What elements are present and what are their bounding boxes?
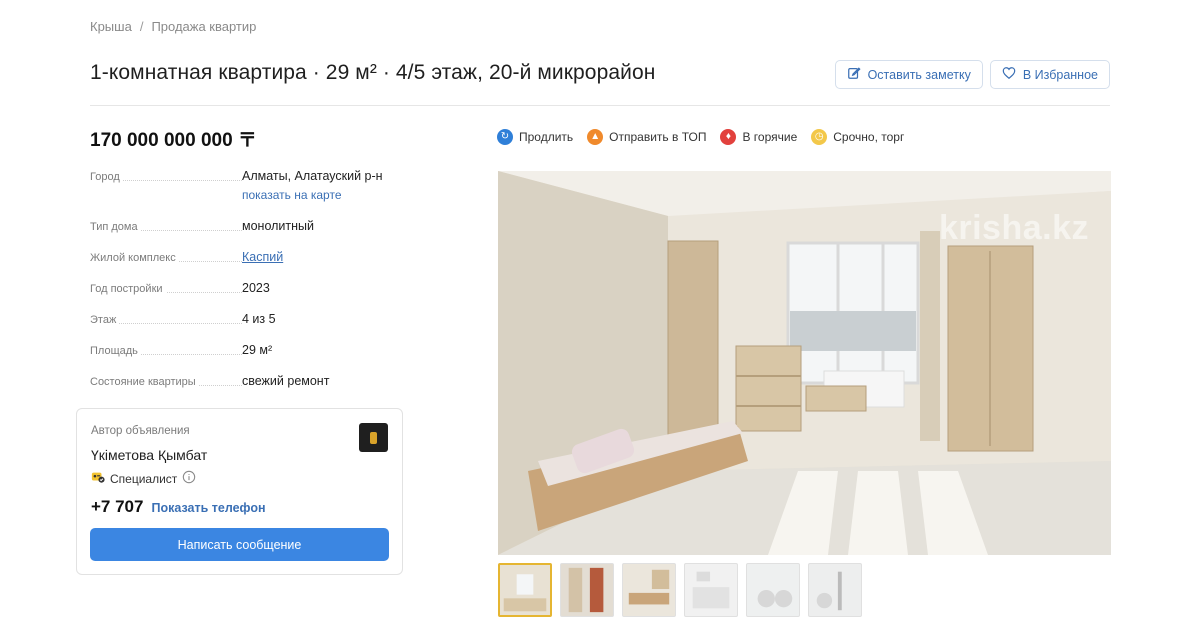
breadcrumb-item-home[interactable]: Крыша bbox=[90, 19, 132, 34]
header-divider bbox=[90, 105, 1110, 106]
listing-page: Крыша / Продажа квартир 1-комнатная квар… bbox=[0, 0, 1200, 643]
promo-label: Отправить в ТОП bbox=[609, 130, 707, 144]
thumbnail[interactable] bbox=[498, 563, 552, 617]
thumbnail[interactable] bbox=[746, 563, 800, 617]
clock-icon: ◷ bbox=[811, 129, 828, 145]
phone-number: +7 707 bbox=[91, 497, 144, 516]
param-value: 4 из 5 bbox=[242, 312, 276, 326]
param-row-condition: Состояние квартиры свежий ремонт bbox=[90, 373, 390, 404]
agency-logo[interactable] bbox=[359, 423, 388, 452]
breadcrumb-item-sale[interactable]: Продажа квартир bbox=[151, 19, 256, 34]
send-message-button[interactable]: Написать сообщение bbox=[90, 528, 389, 561]
promo-hot[interactable]: ♦ В горячие bbox=[720, 129, 797, 145]
complex-link[interactable]: Каспий bbox=[242, 250, 283, 264]
param-row-year: Год постройки 2023 bbox=[90, 280, 390, 311]
krisha-watermark: krisha.kz bbox=[938, 209, 1089, 247]
thumbnail[interactable] bbox=[622, 563, 676, 617]
favorite-button[interactable]: В Избранное bbox=[989, 60, 1110, 89]
thumbnail[interactable] bbox=[684, 563, 738, 617]
top-actions: Оставить заметку В Избранное bbox=[834, 60, 1110, 89]
promo-actions: ↻ Продлить ▲ Отправить в ТОП ♦ В горячие… bbox=[497, 129, 904, 145]
fire-icon: ♦ bbox=[720, 129, 737, 145]
heart-icon bbox=[1002, 66, 1016, 83]
param-key: Площадь bbox=[90, 345, 141, 357]
refresh-icon: ↻ bbox=[497, 129, 513, 145]
param-value: свежий ремонт bbox=[242, 374, 330, 388]
promo-extend[interactable]: ↻ Продлить bbox=[497, 129, 573, 145]
param-value: Алматы, Алатауский р-н bbox=[242, 169, 383, 183]
params-list: Город Алматы, Алатауский р-н показать на… bbox=[90, 168, 390, 404]
param-key: Год постройки bbox=[90, 283, 166, 295]
edit-note-icon bbox=[847, 66, 861, 83]
author-name[interactable]: Үкіметова Қымбат bbox=[91, 447, 207, 463]
param-key: Город bbox=[90, 171, 123, 183]
info-icon[interactable] bbox=[182, 470, 196, 487]
param-row-city: Город Алматы, Алатауский р-н показать на… bbox=[90, 168, 390, 218]
show-on-map-link[interactable]: показать на карте bbox=[242, 188, 383, 202]
specialist-icon bbox=[91, 470, 105, 487]
leave-note-label: Оставить заметку bbox=[867, 67, 971, 82]
thumbnail[interactable] bbox=[560, 563, 614, 617]
param-row-complex: Жилой комплекс Каспий bbox=[90, 249, 390, 280]
param-key: Этаж bbox=[90, 314, 120, 326]
promo-urgent[interactable]: ◷ Срочно, торг bbox=[811, 129, 904, 145]
author-card: Автор объявления Үкіметова Қымбат Специа… bbox=[76, 408, 403, 575]
show-phone-button[interactable]: Показать телефон bbox=[151, 501, 265, 515]
breadcrumb: Крыша / Продажа квартир bbox=[90, 19, 256, 34]
param-value: 29 м² bbox=[242, 343, 273, 357]
promo-label: Срочно, торг bbox=[833, 130, 905, 144]
param-value: монолитный bbox=[242, 219, 314, 233]
param-key: Состояние квартиры bbox=[90, 376, 199, 388]
param-row-area: Площадь 29 м² bbox=[90, 342, 390, 373]
favorite-label: В Избранное bbox=[1022, 67, 1098, 82]
param-row-floor: Этаж 4 из 5 bbox=[90, 311, 390, 342]
thumbnail-strip bbox=[498, 563, 862, 617]
thumbnail[interactable] bbox=[808, 563, 862, 617]
promo-top[interactable]: ▲ Отправить в ТОП bbox=[587, 129, 706, 145]
promo-label: В горячие bbox=[742, 130, 798, 144]
specialist-label: Специалист bbox=[110, 471, 178, 486]
param-key: Жилой комплекс bbox=[90, 252, 179, 264]
price: 170 000 000 000 〒 bbox=[90, 130, 257, 151]
param-value: 2023 bbox=[242, 281, 270, 295]
breadcrumb-separator: / bbox=[139, 19, 144, 34]
author-label: Автор объявления bbox=[91, 425, 190, 437]
param-key: Тип дома bbox=[90, 221, 141, 233]
specialist-badge: Специалист bbox=[91, 470, 196, 487]
promo-label: Продлить bbox=[519, 130, 574, 144]
leave-note-button[interactable]: Оставить заметку bbox=[834, 60, 983, 89]
param-row-house-type: Тип дома монолитный bbox=[90, 218, 390, 249]
main-photo[interactable]: krisha.kz bbox=[498, 171, 1111, 555]
arrow-up-icon: ▲ bbox=[587, 129, 604, 145]
page-title: 1-комнатная квартира · 29 м² · 4/5 этаж,… bbox=[90, 61, 656, 84]
phone-block: +7 707 Показать телефон bbox=[91, 497, 266, 517]
